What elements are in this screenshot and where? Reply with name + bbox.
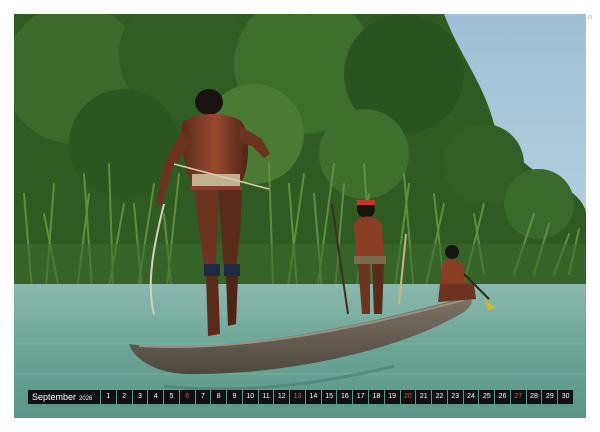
day-cell: 26 bbox=[495, 390, 510, 404]
day-cell: 10 bbox=[242, 390, 258, 404]
day-cell: 23 bbox=[447, 390, 463, 404]
day-cell: 20 bbox=[400, 390, 416, 404]
calendar-strip: September 2026 1 2 3 4 5 6 7 8 9 10 11 12 13 14 15 16 17 1… bbox=[28, 390, 573, 404]
day-cell: 21 bbox=[416, 390, 432, 404]
day-cell: 18 bbox=[369, 390, 384, 404]
day-cell: 22 bbox=[432, 390, 447, 404]
day-cell: 24 bbox=[463, 390, 479, 404]
day-cell: 13 bbox=[290, 390, 305, 404]
day-cell: 15 bbox=[321, 390, 337, 404]
day-cell: 9 bbox=[227, 390, 242, 404]
day-cell: 6 bbox=[179, 390, 195, 404]
day-cell: 7 bbox=[195, 390, 211, 404]
day-cell: 29 bbox=[542, 390, 558, 404]
day-cell: 8 bbox=[211, 390, 227, 404]
day-cell: 2 bbox=[116, 390, 132, 404]
year-label: 2026 bbox=[79, 396, 93, 402]
day-cell: 5 bbox=[164, 390, 179, 404]
day-cell: 12 bbox=[274, 390, 290, 404]
month-name: September bbox=[32, 392, 77, 402]
day-cell: 30 bbox=[558, 390, 573, 404]
day-cell: 11 bbox=[258, 390, 274, 404]
river-scene-illustration bbox=[14, 14, 586, 418]
day-cell: 25 bbox=[479, 390, 495, 404]
binding-hole bbox=[588, 15, 592, 19]
day-cell: 3 bbox=[132, 390, 148, 404]
day-cell: 1 bbox=[101, 390, 116, 404]
day-cell: 4 bbox=[148, 390, 164, 404]
day-cell: 19 bbox=[384, 390, 400, 404]
calendar-photo bbox=[14, 14, 586, 418]
day-cell: 14 bbox=[305, 390, 321, 404]
month-label: September 2026 bbox=[28, 390, 100, 404]
day-cell: 27 bbox=[510, 390, 526, 404]
day-cell: 17 bbox=[353, 390, 369, 404]
day-cell: 16 bbox=[337, 390, 353, 404]
day-cell: 28 bbox=[526, 390, 542, 404]
